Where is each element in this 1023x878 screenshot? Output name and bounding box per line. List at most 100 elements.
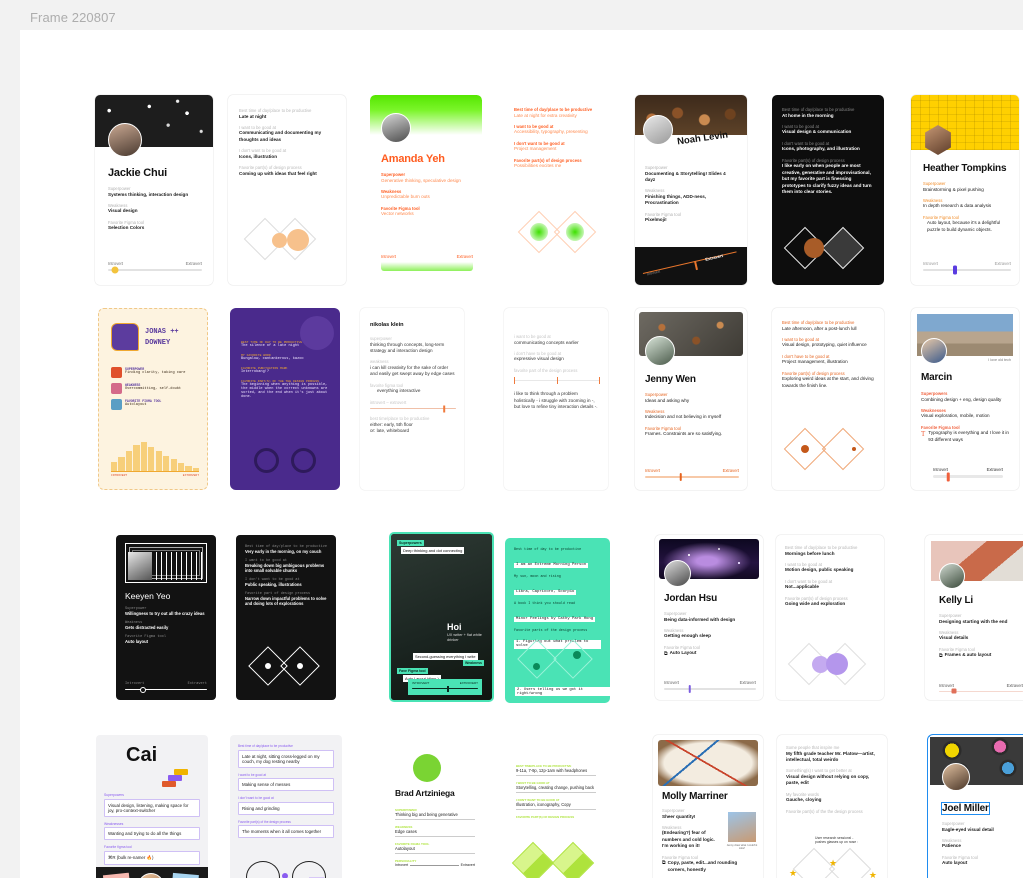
slider-left-label: Introvert [664,679,680,685]
field-weakness: Weakness In depth research & data analys… [923,198,1011,210]
card-keeyen-yeo-front[interactable]: Keeyen Yeo Superpower Willingness to try… [116,535,216,700]
card-amanda-yeh-front[interactable]: Amanda Yeh Superpower Generative thinkin… [370,95,482,285]
introvert-extravert-slider[interactable] [125,686,207,693]
slider-rail[interactable] [412,685,478,692]
introvert-extravert-slider[interactable] [939,688,1023,694]
slider-knob[interactable] [140,686,147,693]
introvert-extrovert-slider[interactable] [370,405,456,413]
card-amanda-yeh-back[interactable]: Best time of day/place to be productive … [504,95,616,285]
card-jackie-chui-front[interactable]: Jackie Chui Superpower Systems thinking,… [95,95,213,285]
introvert-extravert-slider[interactable] [108,266,202,274]
introvert-extravert-slider[interactable]: Introvert Extravert [635,247,747,285]
field-want-good: i want to be good at communicating conce… [514,334,600,346]
card-hoi-front[interactable]: Superpowers Deep thinking and dot connec… [389,532,494,702]
card-brad-artziniega-back[interactable]: BEST TIME/PLACE TO BE PRODUCTIVE 9-11a, … [506,742,606,878]
slider-knob[interactable] [952,265,957,275]
field-value: Designing starting with the end [939,618,1008,624]
field-value: Libra, Capricorn, Scorpio [514,589,577,595]
field-label: Best time of day/place to be productive [238,744,293,748]
auto-layout-icon: ⧉ [662,860,666,867]
slider-knob[interactable] [111,266,119,274]
diamond-graphic [243,215,330,263]
diamond-shape [517,639,557,679]
field-figma-tool: FAVORITE FIGMA TOOL Autolayout [111,399,201,410]
field-figma-tool: Favorite Figma tool Selection Colors [108,220,202,232]
slider-endpoints: Introvert Extravert [108,261,202,266]
field-personality[interactable]: PERSONALITY Introvert Extravert [395,859,475,867]
slider-knob[interactable] [443,405,445,413]
slider-knob[interactable] [947,472,950,481]
slider-knob[interactable] [951,688,957,694]
slider-knob[interactable] [694,260,698,271]
auto-layout-icon: ⧉ [664,650,668,657]
introvert-extravert-slider[interactable]: INTROVERT EXTROVERT [408,679,482,695]
field-value: expressive visual design [514,356,564,362]
card-molly-marriner-front[interactable]: Molly Marriner Superpower Sheer quantity… [653,735,763,878]
field-weakness: weakness i can kill creativity for the s… [370,359,456,377]
star-icon: ★ [868,870,877,878]
field-figma-tool: Favorite Figma tool Auto layout, because… [923,215,1011,233]
field-label: Superpowers [397,540,424,546]
field-value: Late at night [239,113,267,119]
selection-handle[interactable] [928,735,930,737]
card-cai-back[interactable]: Best time of day/place to be productive … [230,735,342,878]
card-jonas-downey-back[interactable]: BEST TIME OF DAY TO BE PRODUCTIVE The si… [230,308,340,490]
figma-canvas[interactable]: Frame 220807 Jackie Chui Superpower Syst… [0,0,1023,878]
card-joel-miller[interactable]: Joel Miller Superpower Eagle-eyed visual… [927,734,1023,878]
card-kelly-li[interactable]: Kelly Li Superpower Designing starting w… [925,535,1023,700]
card-jenny-wen-back[interactable]: Best time of day/place to be productive … [772,308,884,490]
card-marcin[interactable]: I love old tech Marcin Superpowers Combi… [911,308,1019,490]
card-jackie-chui-back[interactable]: Best time of day/place to be productive … [228,95,346,285]
field-value: At home in the morning [782,112,834,118]
frame-220807[interactable]: Jackie Chui Superpower Systems thinking,… [20,30,1023,878]
slider-knob[interactable] [447,685,450,692]
field-label: FAVORITE PART(S) OF DESIGN PROCESS [516,815,575,819]
field-dont-want-good: I don't want to be good at Project manag… [514,141,606,153]
field-value: Public speaking, illustrations [245,582,302,587]
slider-rail[interactable] [410,864,459,866]
field-best-time: Best time of day/place to be productive … [238,744,334,768]
card-jordan-hsu-back[interactable]: Best time of day/place to be productive … [776,535,884,700]
slider-knob[interactable] [688,684,691,693]
field-value: Interrobang!? [241,370,270,374]
card-nikolas-klein-back[interactable]: i want to be good at communicating conce… [504,308,608,490]
card-molly-marriner-back[interactable]: Some people that inspire me My fifth gra… [777,735,887,878]
card-brad-artziniega-front[interactable]: Brad Artziniega SUPERPOWER Thinking big … [385,742,485,878]
field-weakness: Weakness Finishing things, ADD-ness, Pro… [645,188,737,206]
frame-label[interactable]: Frame 220807 [30,10,116,25]
card-cai-front[interactable]: Cai Superpowers Visual design, listening… [96,735,208,878]
field-weakness: Weakness Patience [942,838,1023,850]
circle-shape [852,447,856,451]
field-value: Eagle-eyed visual detail [942,826,994,832]
card-heather-tompkins[interactable]: Heather Tompkins Superpower Brainstormin… [911,95,1019,285]
card-noah-levin-back[interactable]: Best time of day/place to be productive … [772,95,884,285]
card-hoi-back[interactable]: Best time of day to be productive I am a… [505,538,610,703]
introvert-extravert-slider[interactable] [645,472,739,481]
field-value: Visual design & communication [782,129,852,135]
introvert-extravert-slider[interactable] [933,472,1003,481]
card-nikolas-klein-front[interactable]: nikolas klein superpower thinking throug… [360,308,464,490]
introvert-extravert-slider[interactable] [664,684,756,693]
field-value: Edge cases [395,829,417,834]
slider-knob[interactable] [679,472,682,481]
field-value: Second-guessing everything I write [413,653,478,660]
field-inspiration: Some people that inspire me My fifth gra… [786,745,880,763]
cover-photo [658,740,758,786]
field-dont-want-good: I don't want to be good at Rising and gr… [238,796,334,815]
field-dont-want-good: i don't have to be good at expressive vi… [514,351,600,363]
person-name: nikolas klein [370,322,404,328]
card-keeyen-yeo-back[interactable]: Best time of day/place to be productive … [236,535,336,700]
card-jordan-hsu-front[interactable]: Jordan Hsu Superpower Being data-informe… [655,535,763,700]
field-personality[interactable]: introvert – extrovert [370,400,456,413]
card-jenny-wen-front[interactable]: Jenny Wen Superpower Ideas and asking wh… [635,308,747,490]
introvert-extravert-slider[interactable] [381,262,473,271]
card-noah-levin-front[interactable]: Noah Levin Superpower Documenting & Stor… [635,95,747,285]
field-value: Autolayout [395,846,415,851]
introvert-extravert-chart[interactable]: INTROVERT EXTROVERT [111,442,200,477]
field-value: Coming up with ideas that feel right [239,170,317,176]
introvert-extravert-slider[interactable] [923,265,1011,275]
field-superpower: SUPERPOWER Thinking big and being genera… [395,808,475,820]
field-value: ⌘R (bulk re-namer 🔥) [104,850,200,865]
diamond-graphic [783,225,874,271]
card-jonas-downey-front[interactable]: JONAS ++ DOWNEY SUPERPOWER Finding clari… [98,308,208,490]
